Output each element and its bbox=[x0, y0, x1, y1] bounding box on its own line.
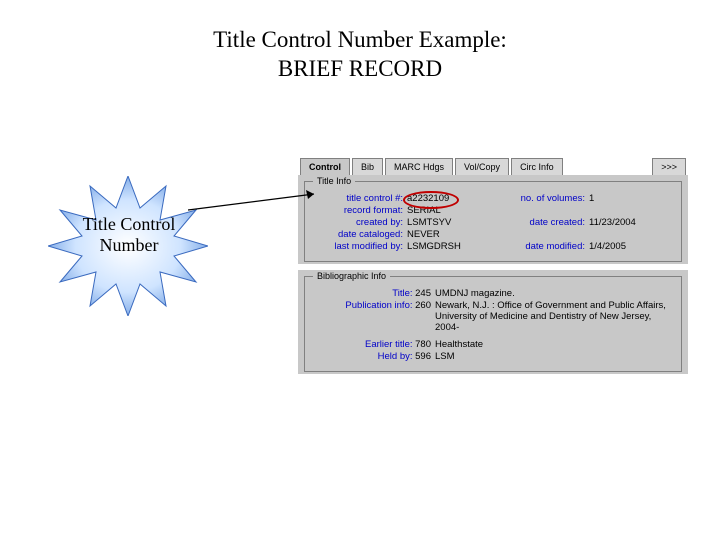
val-held-by: LSM bbox=[435, 351, 675, 362]
lbl-pub-info: Publication info: 260 bbox=[311, 300, 435, 333]
group-separator bbox=[298, 264, 688, 270]
tab-marc-hdgs[interactable]: MARC Hdgs bbox=[385, 158, 453, 175]
group-biblio-info: Bibliographic Info Title: 245 UMDNJ maga… bbox=[304, 276, 682, 372]
lbl-no-volumes: no. of volumes: bbox=[493, 193, 589, 204]
tab-vol-copy[interactable]: Vol/Copy bbox=[455, 158, 509, 175]
lbl-last-modified-by: last modified by: bbox=[311, 241, 407, 252]
val-pub-info: Newark, N.J. : Office of Government and … bbox=[435, 300, 675, 333]
lbl-date-cataloged: date cataloged: bbox=[311, 229, 407, 240]
val-record-format: SERIAL bbox=[407, 205, 441, 216]
tab-bib[interactable]: Bib bbox=[352, 158, 383, 175]
lbl-title: Title: 245 bbox=[311, 288, 435, 299]
tab-bar: Control Bib MARC Hdgs Vol/Copy Circ Info… bbox=[298, 156, 688, 175]
val-no-volumes: 1 bbox=[589, 193, 594, 204]
tab-circ-info[interactable]: Circ Info bbox=[511, 158, 563, 175]
title-line2: BRIEF RECORD bbox=[278, 56, 442, 81]
val-last-modified-by: LSMGDRSH bbox=[407, 241, 461, 252]
tab-more[interactable]: >>> bbox=[652, 158, 686, 175]
title-line1: Title Control Number Example: bbox=[213, 27, 507, 52]
group-title-info: Title Info title control #: a2232109 no.… bbox=[304, 181, 682, 262]
tab-control[interactable]: Control bbox=[300, 158, 350, 175]
lbl-earlier-title: Earlier title: 780 bbox=[311, 339, 435, 350]
slide-title: Title Control Number Example: BRIEF RECO… bbox=[0, 26, 720, 84]
arrow-icon bbox=[188, 190, 326, 220]
val-date-created: 11/23/2004 bbox=[589, 217, 636, 228]
group-legend-title-info: Title Info bbox=[313, 176, 355, 186]
lbl-held-by: Held by: 596 bbox=[311, 351, 435, 362]
val-date-modified: 1/4/2005 bbox=[589, 241, 626, 252]
val-title: UMDNJ magazine. bbox=[435, 288, 675, 299]
val-created-by: LSMTSYV bbox=[407, 217, 451, 228]
lbl-date-created: date created: bbox=[493, 217, 589, 228]
lbl-date-modified: date modified: bbox=[493, 241, 589, 252]
val-earlier-title: Healthstate bbox=[435, 339, 675, 350]
group-legend-biblio: Bibliographic Info bbox=[313, 271, 390, 281]
record-panel: Control Bib MARC Hdgs Vol/Copy Circ Info… bbox=[298, 156, 688, 374]
val-title-control-num: a2232109 bbox=[407, 193, 449, 204]
starburst-label: Title ControlNumber bbox=[60, 214, 198, 255]
val-date-cataloged: NEVER bbox=[407, 229, 440, 240]
